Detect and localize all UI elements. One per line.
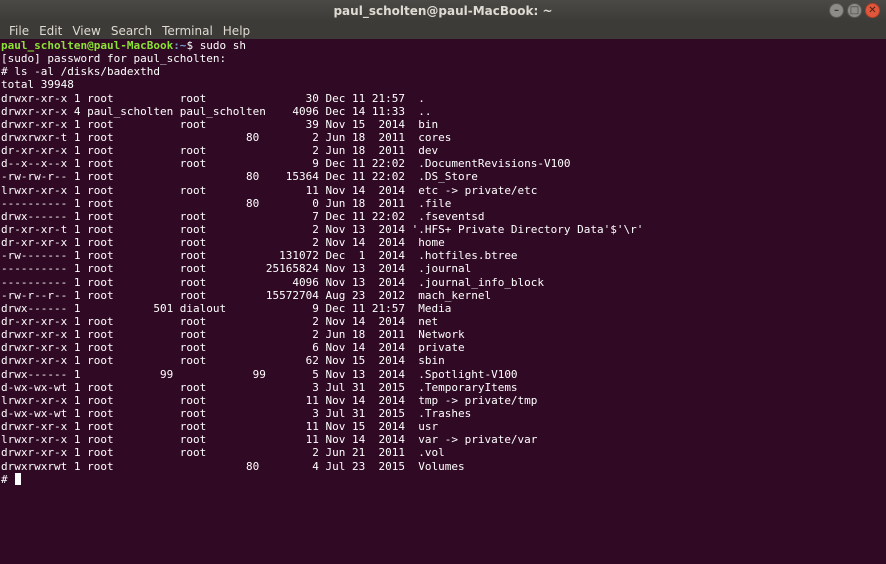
terminal-line: drwxr-xr-x 1 root root 2 Jun 21 2011 .vo…: [1, 446, 445, 460]
terminal-line: ---------- 1 root root 25165824 Nov 13 2…: [1, 262, 472, 276]
scrollbar[interactable]: [880, 39, 886, 564]
terminal-line: dr-xr-xr-x 1 root root 2 Jun 18 2011 dev: [1, 144, 439, 158]
terminal-line: drwxr-xr-x 1 root root 2 Jun 18 2011 Net…: [1, 328, 465, 342]
terminal-line: ---------- 1 root 80 0 Jun 18 2011 .file: [1, 196, 452, 210]
terminal-line: [sudo] password for paul_scholten:: [1, 52, 227, 66]
terminal-line: ---------- 1 root root 4096 Nov 13 2014 …: [1, 275, 545, 289]
terminal-line: -rw-r--r-- 1 root root 15572704 Aug 23 2…: [1, 288, 492, 302]
minimize-button[interactable]: –: [829, 3, 844, 18]
terminal-line: -rw-rw-r-- 1 root 80 15364 Dec 11 22:02 …: [1, 170, 478, 184]
terminal-line: dr-xr-xr-t 1 root root 2 Nov 13 2014 '.H…: [1, 222, 644, 236]
terminal-line: drwx------ 1 99 99 5 Nov 13 2014 .Spotli…: [1, 367, 518, 381]
output-lines: [sudo] password for paul_scholten: # ls -…: [1, 52, 886, 473]
terminal-line: dr-xr-xr-x 1 root root 2 Nov 14 2014 hom…: [1, 236, 445, 250]
prompt-line: paul_scholten@paul-MacBook:~$ sudo sh: [1, 39, 886, 52]
window-controls: – □ ✕: [829, 3, 880, 18]
terminal-line: drwx------ 1 501 dialout 9 Dec 11 21:57 …: [1, 301, 452, 315]
terminal-line: d-wx-wx-wt 1 root root 3 Jul 31 2015 .Te…: [1, 380, 518, 394]
prompt-user-host: paul_scholten@paul-MacBook: [1, 39, 174, 52]
terminal-output[interactable]: paul_scholten@paul-MacBook:~$ sudo sh [s…: [0, 39, 886, 564]
terminal-line: drwxr-xr-x 1 root root 30 Dec 11 21:57 .: [1, 91, 425, 105]
minimize-icon: –: [834, 4, 839, 16]
terminal-line: total 39948: [1, 78, 74, 92]
close-button[interactable]: ✕: [865, 3, 880, 18]
window-title: paul_scholten@paul-MacBook: ~: [333, 4, 553, 18]
close-icon: ✕: [868, 4, 877, 16]
terminal-line: lrwxr-xr-x 1 root root 11 Nov 14 2014 va…: [1, 433, 538, 447]
maximize-button[interactable]: □: [847, 3, 862, 18]
terminal-line: drwxrwxr-t 1 root 80 2 Jun 18 2011 cores: [1, 130, 452, 144]
menu-terminal[interactable]: Terminal: [157, 24, 218, 38]
terminal-line: d-wx-wx-wt 1 root root 3 Jul 31 2015 .Tr…: [1, 406, 472, 420]
menu-file[interactable]: File: [4, 24, 34, 38]
terminal-line: lrwxr-xr-x 1 root root 11 Nov 14 2014 et…: [1, 183, 538, 197]
menu-bar: File Edit View Search Terminal Help: [0, 22, 886, 39]
title-bar: paul_scholten@paul-MacBook: ~ – □ ✕: [0, 0, 886, 22]
terminal-line: drwxr-xr-x 1 root root 62 Nov 15 2014 sb…: [1, 354, 445, 368]
terminal-line: -rw------- 1 root root 131072 Dec 1 2014…: [1, 249, 518, 263]
terminal-line: drwx------ 1 root root 7 Dec 11 22:02 .f…: [1, 209, 485, 223]
menu-search[interactable]: Search: [106, 24, 157, 38]
terminal-line: drwxr-xr-x 1 root root 39 Nov 15 2014 bi…: [1, 117, 439, 131]
terminal-line: lrwxr-xr-x 1 root root 11 Nov 14 2014 tm…: [1, 393, 538, 407]
final-prompt-line: #: [1, 472, 886, 486]
menu-view[interactable]: View: [67, 24, 105, 38]
terminal-line: drwxr-xr-x 4 paul_scholten paul_scholten…: [1, 104, 432, 118]
prompt-symbol: $: [186, 39, 200, 52]
prompt-path: :~: [173, 39, 187, 52]
menu-edit[interactable]: Edit: [34, 24, 67, 38]
terminal-line: drwxr-xr-x 1 root root 11 Nov 15 2014 us…: [1, 420, 439, 434]
terminal-line: drwxrwxrwt 1 root 80 4 Jul 23 2015 Volum…: [1, 459, 465, 473]
terminal-line: # ls -al /disks/badexthd: [1, 65, 160, 79]
maximize-icon: □: [849, 4, 860, 16]
final-prompt: #: [1, 472, 8, 486]
terminal-line: drwxr-xr-x 1 root root 6 Nov 14 2014 pri…: [1, 341, 465, 355]
terminal-line: dr-xr-xr-x 1 root root 2 Nov 14 2014 net: [1, 314, 439, 328]
menu-help[interactable]: Help: [218, 24, 255, 38]
prompt-command: sudo sh: [199, 39, 247, 52]
terminal-line: d--x--x--x 1 root root 9 Dec 11 22:02 .D…: [1, 157, 571, 171]
text-cursor: [14, 472, 21, 485]
